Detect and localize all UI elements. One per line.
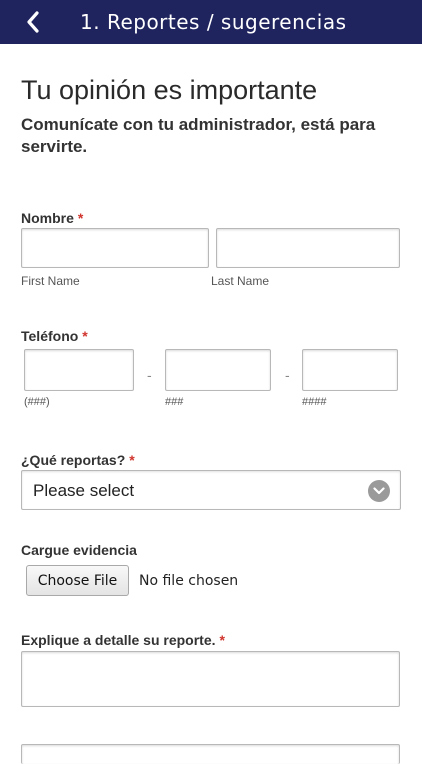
form-heading: Tu opinión es importante xyxy=(21,75,318,105)
phone-separator: - xyxy=(147,367,152,383)
report-type-select[interactable]: Please select xyxy=(21,470,401,510)
reporta-label-text: ¿Qué reportas? xyxy=(21,452,126,468)
report-detail-textarea[interactable] xyxy=(21,651,400,707)
next-field-partial[interactable] xyxy=(21,744,400,764)
telefono-label: Teléfono * xyxy=(21,328,88,344)
first-name-sublabel: First Name xyxy=(21,274,80,288)
reporta-label: ¿Qué reportas? * xyxy=(21,452,135,468)
top-app-bar: 1. Reportes / sugerencias xyxy=(0,0,422,44)
chevron-left-icon xyxy=(27,11,39,33)
last-name-input[interactable] xyxy=(216,228,400,268)
report-type-selected: Please select xyxy=(33,481,135,500)
file-status: No file chosen xyxy=(139,573,239,589)
page-title: 1. Reportes / sugerencias xyxy=(80,10,347,34)
form-subheading: Comunícate con tu administrador, está pa… xyxy=(21,115,376,156)
required-mark: * xyxy=(82,328,88,344)
nombre-label: Nombre * xyxy=(21,210,83,226)
form-container: Tu opinión es importante Comunícate con … xyxy=(0,44,422,764)
detalle-label-text: Explique a detalle su reporte. xyxy=(21,632,216,648)
chevron-down-circle-icon xyxy=(368,480,390,502)
phone-area-input[interactable] xyxy=(24,349,134,391)
phone-area-sublabel: (###) xyxy=(24,396,50,408)
phone-separator: - xyxy=(285,367,290,383)
phone-prefix-sublabel: ### xyxy=(165,396,184,408)
first-name-input[interactable] xyxy=(21,228,209,268)
nombre-label-text: Nombre xyxy=(21,210,74,226)
telefono-label-text: Teléfono xyxy=(21,328,79,344)
evidencia-label: Cargue evidencia xyxy=(21,542,137,558)
phone-line-input[interactable] xyxy=(302,349,398,391)
phone-line-sublabel: #### xyxy=(302,396,327,408)
back-button[interactable] xyxy=(20,6,46,38)
required-mark: * xyxy=(219,632,225,648)
choose-file-button[interactable]: Choose File xyxy=(26,565,129,596)
required-mark: * xyxy=(129,452,135,468)
last-name-sublabel: Last Name xyxy=(211,274,270,288)
required-mark: * xyxy=(77,210,84,226)
phone-prefix-input[interactable] xyxy=(165,349,271,391)
detalle-label: Explique a detalle su reporte. * xyxy=(21,632,225,648)
